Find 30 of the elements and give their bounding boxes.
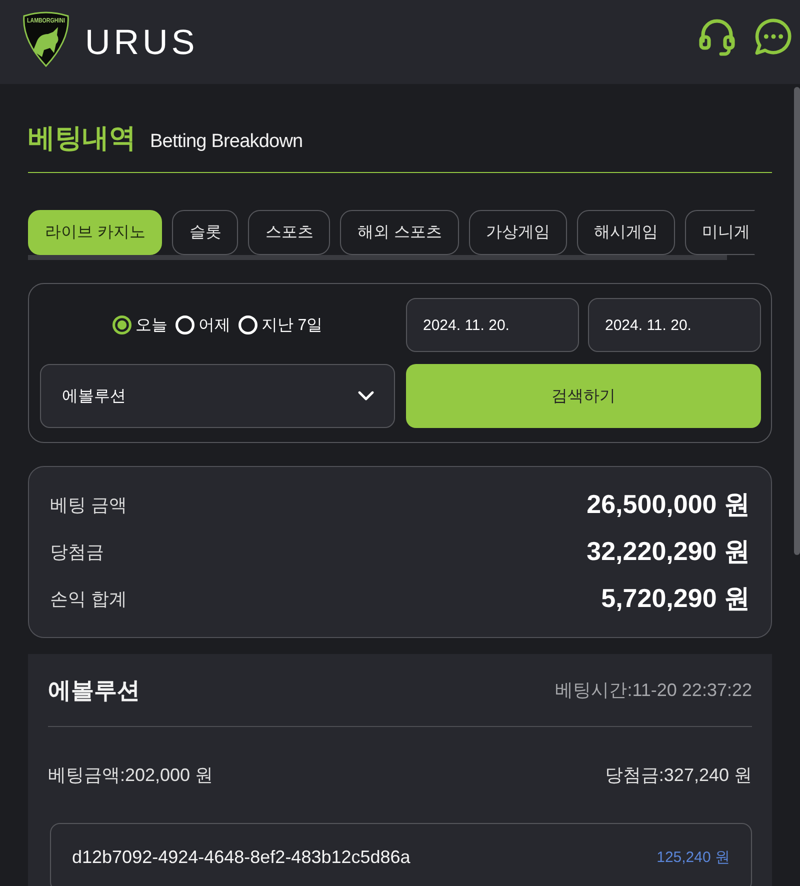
start-date-field[interactable]: 2024. 11. 20. xyxy=(406,298,579,352)
round-amount: 125,240 원 xyxy=(656,848,730,867)
record-bet-amount: 베팅금액:202,000 원 xyxy=(48,764,214,787)
date-range-option[interactable]: 어제 xyxy=(175,314,230,336)
round-card[interactable]: d12b7092-4924-4648-8ef2-483b12c5d86a 125,240 원 xyxy=(50,823,752,886)
record-game-name: 에볼루션 xyxy=(48,676,140,704)
chevron-down-icon xyxy=(358,391,374,401)
summary-label: 손익 합계 xyxy=(50,588,128,610)
summary-value: 32,220,290 원 xyxy=(586,535,750,568)
radio-icon[interactable] xyxy=(112,315,132,335)
record-bet-time: 베팅시간:11-20 22:37:22 xyxy=(555,679,752,702)
search-button[interactable]: 검색하기 xyxy=(406,364,761,428)
page-title: 베팅내역 xyxy=(28,122,136,155)
record-win-amount: 당첨금:327,240 원 xyxy=(604,764,752,787)
summary-label: 베팅 금액 xyxy=(50,494,128,516)
headset-icon[interactable] xyxy=(697,16,737,56)
summary-value: 26,500,000 원 xyxy=(586,488,750,521)
page-subtitle: Betting Breakdown xyxy=(150,131,303,153)
category-tab[interactable]: 라이브 카지노 xyxy=(28,210,162,255)
summary-label: 당첨금 xyxy=(50,540,104,564)
brand-name: URUS xyxy=(85,24,198,60)
round-id: d12b7092-4924-4648-8ef2-483b12c5d86a xyxy=(72,847,410,868)
end-date-field[interactable]: 2024. 11. 20. xyxy=(588,298,761,352)
date-range-option[interactable]: 오늘 xyxy=(112,314,168,336)
game-select[interactable]: 에볼루션 xyxy=(40,364,395,428)
summary-value: 5,720,290 원 xyxy=(601,582,750,615)
tabs-scrollbar[interactable] xyxy=(28,255,728,260)
date-range-option[interactable]: 지난 7일 xyxy=(238,314,323,336)
chat-icon[interactable] xyxy=(754,16,793,56)
page-scrollbar[interactable] xyxy=(794,87,800,555)
